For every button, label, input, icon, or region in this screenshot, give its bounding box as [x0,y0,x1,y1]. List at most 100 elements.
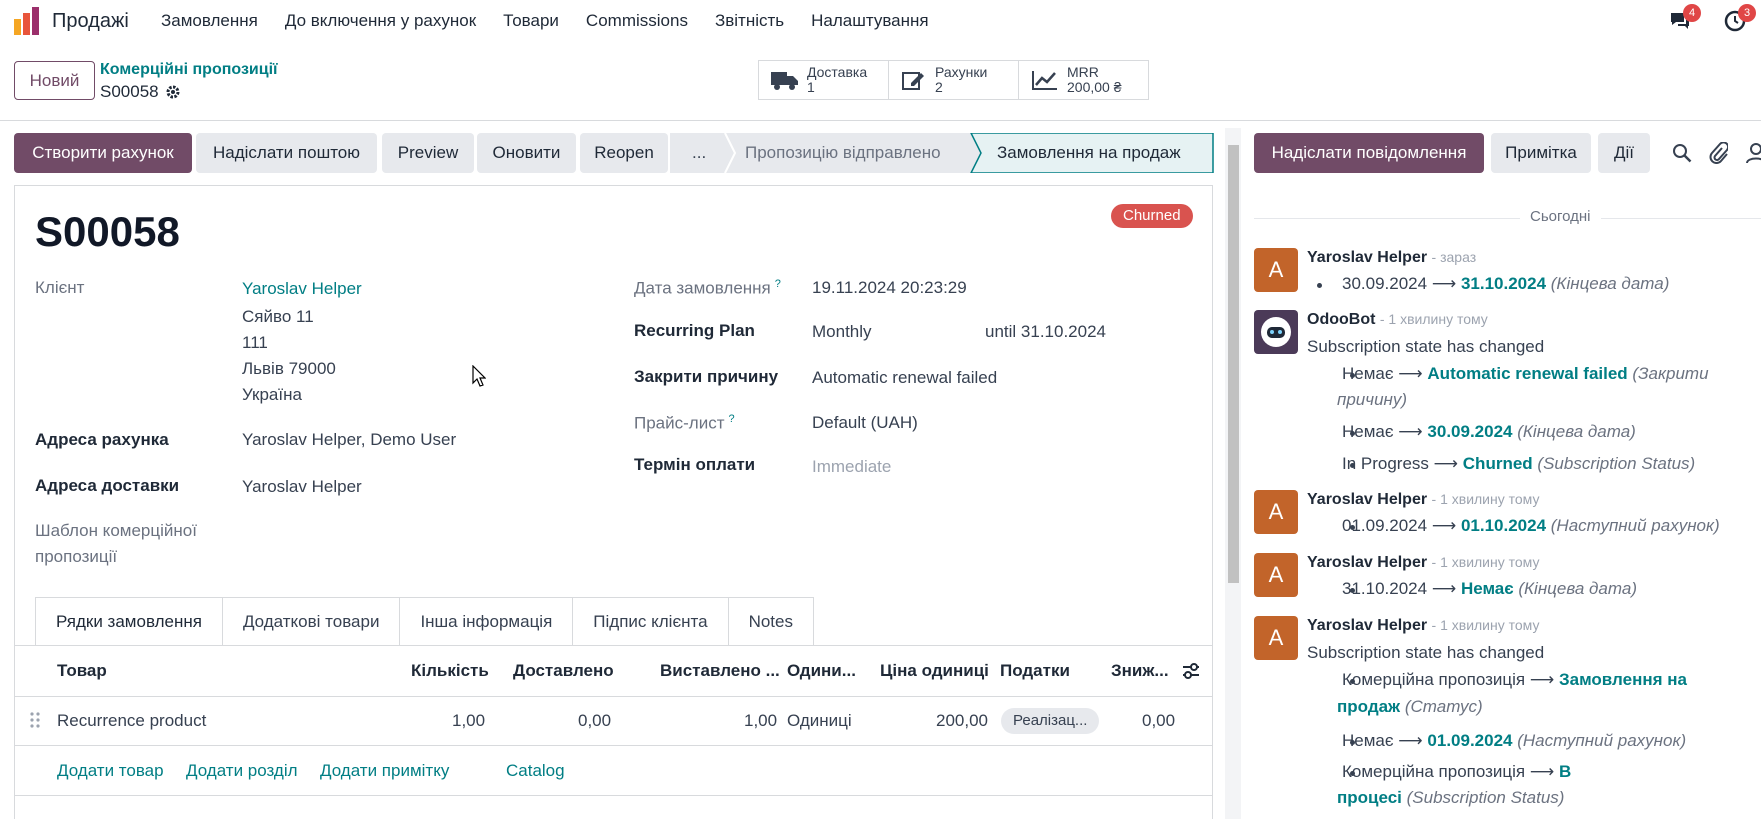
tracking-line: Немає ⟶ 01.09.2024 (Наступний рахунок) [1342,731,1686,751]
sales-app-icon[interactable] [12,7,42,35]
followers-icon[interactable] [1746,142,1761,164]
new-button[interactable]: Новий [14,61,95,100]
update-button[interactable]: Оновити [477,133,576,173]
tracking-line: 31.10.2024 ⟶ Немає (Кінцева дата) [1342,579,1637,599]
pricelist-label: Прайс-лист? [634,413,735,434]
col-discount[interactable]: Зниж... [1111,661,1169,681]
order-date-value[interactable]: 19.11.2024 20:23:29 [812,278,967,298]
messages-badge: 4 [1683,4,1701,22]
breadcrumb-parent[interactable]: Комерційні пропозиції [100,61,278,79]
tab-optional-products[interactable]: Додаткові товари [222,597,401,646]
invoices-smart-button[interactable]: Рахунки 2 [888,60,1019,100]
preview-button[interactable]: Preview [382,133,474,173]
col-taxes[interactable]: Податки [1000,661,1070,681]
tracking-field: (Наступний рахунок) [1517,731,1687,750]
footer-divider [14,795,1213,796]
menu-configuration[interactable]: Налаштування [811,11,929,31]
tab-other-info[interactable]: Інша інформація [400,597,574,646]
line-unit-price[interactable]: 200,00 [936,711,988,731]
reopen-button[interactable]: Reopen [580,133,668,173]
tracking-arrow: ⟶ [1529,762,1555,781]
payment-terms-label: Термін оплати [634,455,756,474]
menu-reporting[interactable]: Звітність [715,11,784,31]
tracking-new: Churned [1462,454,1533,473]
tracking-new: 31.10.2024 [1460,274,1547,293]
recurring-plan-label: Recurring Plan [634,321,755,340]
author-name[interactable]: Yaroslav Helper [1307,617,1427,634]
tab-notes[interactable]: Notes [728,597,814,646]
invoice-address-label: Адреса рахунка [35,430,169,449]
close-reason-value[interactable]: Automatic renewal failed [812,368,997,388]
activities-button[interactable]: Дії [1598,133,1650,173]
tracking-field: (Кінцева дата) [1517,422,1636,441]
pricelist-value[interactable]: Default (UAH) [812,413,918,433]
add-note-link[interactable]: Додати примітку [320,761,449,781]
delivery-address-label: Адреса доставки [35,476,180,495]
author-name[interactable]: Yaroslav Helper [1307,249,1427,266]
author-name[interactable]: Yaroslav Helper [1307,554,1427,571]
row-divider [14,745,1213,746]
col-product[interactable]: Товар [57,661,107,681]
form-scrollbar-thumb[interactable] [1228,145,1239,583]
delivery-address-value[interactable]: Yaroslav Helper [242,477,362,497]
tracking-field: (Статус) [1404,697,1483,716]
notebook-tabs: Рядки замовлення Додаткові товари Інша і… [35,597,814,646]
col-quantity[interactable]: Кількість [411,661,489,681]
bullet [1317,283,1322,288]
log-note-button[interactable]: Примітка [1491,133,1591,173]
tracking-new: В [1558,762,1572,781]
tab-bottom-line [14,645,1213,646]
line-discount[interactable]: 0,00 [1142,711,1175,731]
menu-to-invoice[interactable]: До включення у рахунок [285,11,476,31]
stage-more[interactable]: ... [692,143,706,163]
tracking-field: (Subscription Status) [1406,788,1565,807]
add-section-link[interactable]: Додати розділ [186,761,298,781]
tab-customer-signature[interactable]: Підпис клієнта [573,597,729,646]
order-date-label: Дата замовлення? [634,278,781,299]
menu-products[interactable]: Товари [503,11,559,31]
col-delivered[interactable]: Доставлено [513,661,614,681]
menu-orders[interactable]: Замовлення [161,11,258,31]
line-tax-badge[interactable]: Реалізац... [1001,708,1100,734]
avatar[interactable]: A [1254,553,1298,597]
gear-icon[interactable] [165,84,181,100]
send-message-button[interactable]: Надіслати повідомлення [1254,133,1484,173]
column-settings-icon[interactable] [1181,661,1201,681]
avatar[interactable]: A [1254,248,1298,292]
add-product-link[interactable]: Додати товар [57,761,164,781]
avatar[interactable]: A [1254,490,1298,534]
col-invoiced[interactable]: Виставлено ... [660,661,780,681]
order-date-help-mark[interactable]: ? [775,278,781,290]
drag-handle-icon[interactable] [29,711,41,729]
send-email-button[interactable]: Надіслати поштою [196,133,377,173]
paperclip-icon[interactable] [1708,142,1728,164]
edit-icon [902,72,924,90]
catalog-link[interactable]: Catalog [506,761,565,781]
delivery-smart-button[interactable]: Доставка 1 [758,60,889,100]
payment-terms-value[interactable]: Immediate [812,457,891,477]
search-icon[interactable] [1672,143,1692,163]
tab-order-lines[interactable]: Рядки замовлення [35,597,223,646]
author-name[interactable]: OdooBot [1307,311,1375,328]
chart-line-icon [1032,71,1057,90]
menu-commissions[interactable]: Commissions [586,11,688,31]
app-name[interactable]: Продажі [52,10,129,33]
pricelist-help-mark[interactable]: ? [729,413,735,425]
line-delivered[interactable]: 0,00 [578,711,611,731]
address-line-2: 111 [242,333,268,352]
recurring-plan-value[interactable]: Monthly [812,322,872,342]
odoobot-avatar[interactable] [1254,310,1298,354]
customer-link[interactable]: Yaroslav Helper [242,279,362,299]
stage-sale-order[interactable]: Замовлення на продаж [997,143,1181,163]
invoice-address-value[interactable]: Yaroslav Helper, Demo User [242,430,456,450]
author-name[interactable]: Yaroslav Helper [1307,491,1427,508]
mrr-smart-button[interactable]: MRR 200,00 ₴ [1018,60,1149,100]
col-uom[interactable]: Одини... [787,661,856,681]
line-quantity[interactable]: 1,00 [452,711,485,731]
avatar[interactable]: A [1254,616,1298,660]
line-product[interactable]: Recurrence product [57,711,206,731]
col-unit-price[interactable]: Ціна одиниці [880,661,989,681]
line-uom[interactable]: Одиниці [787,711,852,731]
create-invoice-button[interactable]: Створити рахунок [14,133,192,173]
stage-sent[interactable]: Пропозицію відправлено [745,143,941,163]
